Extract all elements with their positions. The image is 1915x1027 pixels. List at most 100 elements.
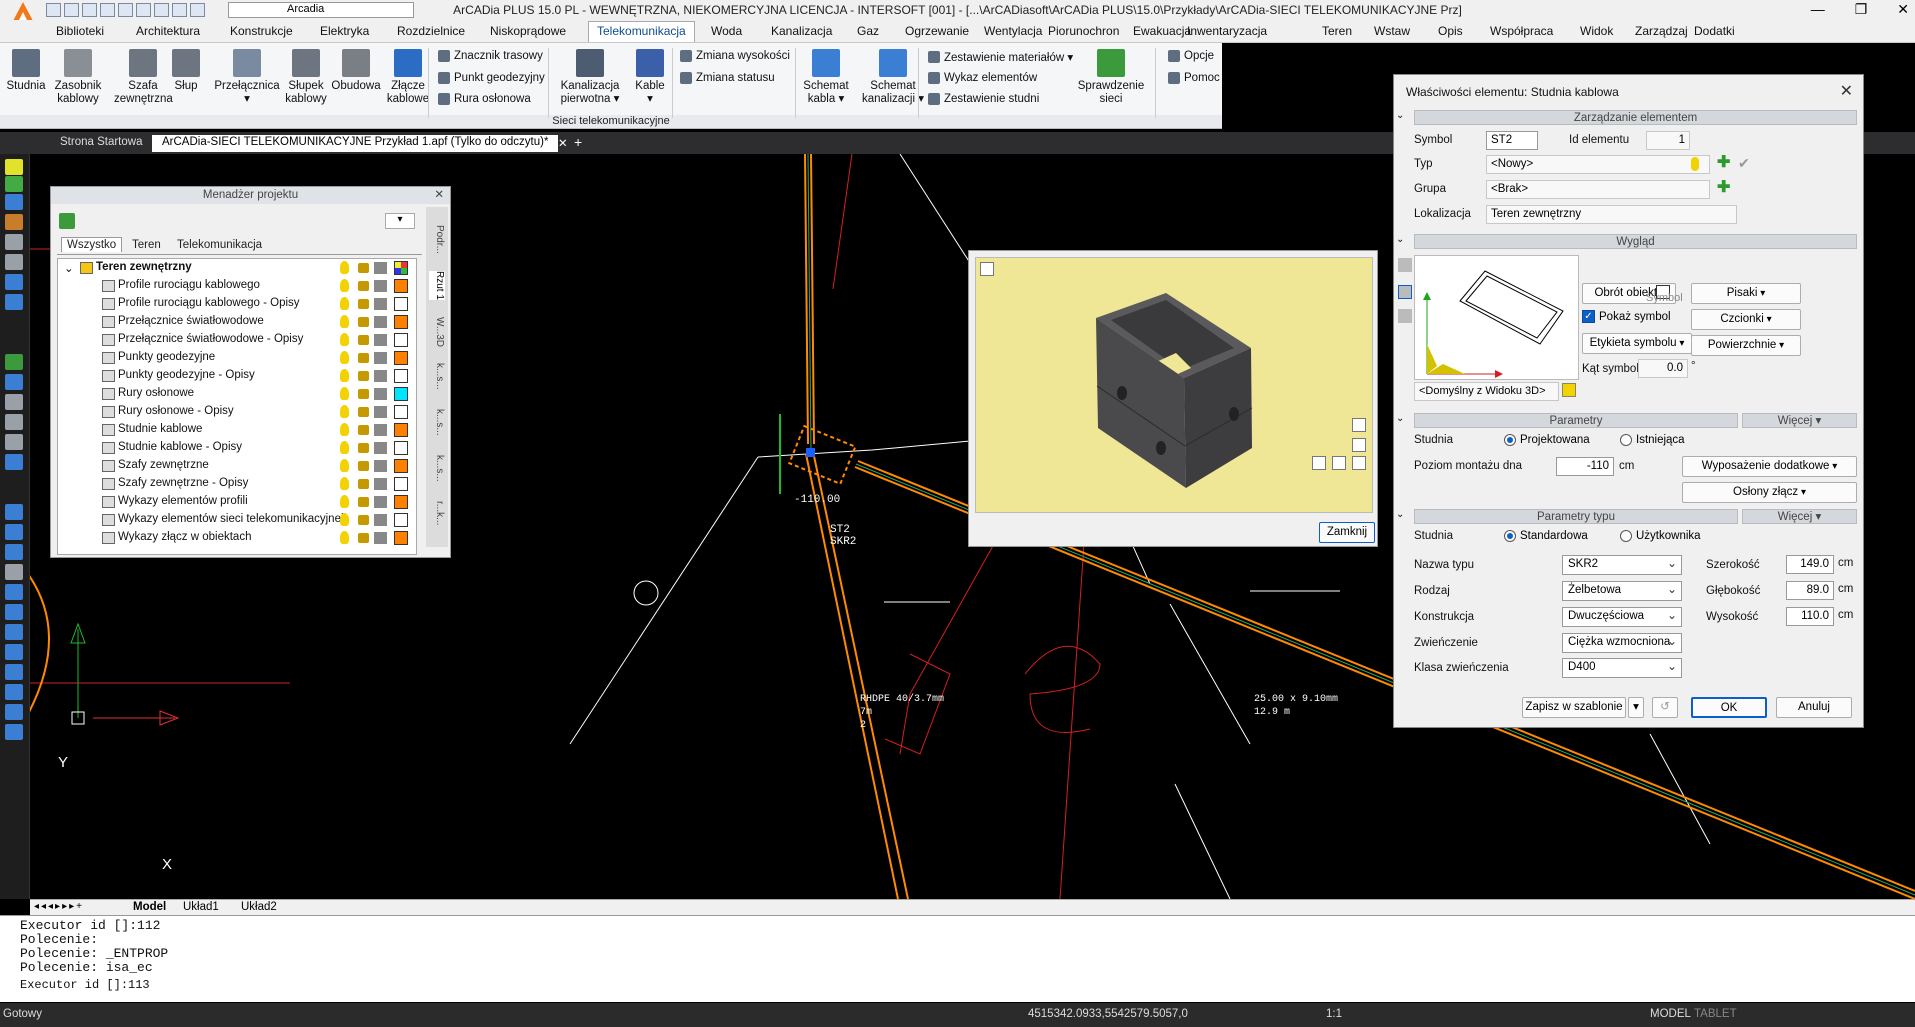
lock-icon[interactable]	[358, 407, 369, 417]
menu-tab-7[interactable]: Woda	[711, 24, 742, 38]
layer-color-swatch[interactable]	[394, 513, 408, 527]
print-layer-icon[interactable]	[374, 460, 387, 472]
left-tool-icon[interactable]	[5, 274, 23, 290]
layer-row[interactable]: Rury osłonowe	[58, 385, 416, 403]
layer-row[interactable]: Punkty geodezyjne	[58, 349, 416, 367]
menu-tab-10[interactable]: Ogrzewanie	[905, 24, 969, 38]
lock-icon[interactable]	[358, 389, 369, 399]
print-layer-icon[interactable]	[374, 352, 387, 364]
width-input[interactable]: 149.0	[1786, 555, 1834, 574]
more-parameters-button[interactable]: Więcej ▾	[1742, 413, 1857, 428]
layer-color-swatch[interactable]	[394, 477, 408, 491]
close-icon[interactable]: ✕	[1897, 1, 1909, 18]
zoom-extents-icon[interactable]	[1352, 456, 1366, 470]
tab-model[interactable]: Model	[133, 901, 166, 913]
lock-icon[interactable]	[358, 479, 369, 489]
ribbon-button-6[interactable]: Obudowa	[330, 45, 382, 93]
close-panel-icon[interactable]: ✕	[434, 187, 444, 204]
collapse-icon[interactable]: ⌄	[1396, 110, 1404, 121]
print-layer-icon[interactable]	[374, 496, 387, 508]
existing-radio[interactable]: Istniejąca	[1620, 434, 1685, 446]
finish-class-combo[interactable]: D400	[1562, 658, 1682, 678]
tree-root[interactable]: ⌄ Teren zewnętrzny	[58, 259, 416, 277]
layer-row[interactable]: Profile rurociągu kablowego - Opisy	[58, 295, 416, 313]
menu-tab-8[interactable]: Kanalizacja	[771, 24, 832, 38]
left-tool-icon[interactable]	[5, 644, 23, 660]
left-tool-icon[interactable]	[5, 664, 23, 680]
color-wheel-icon[interactable]	[394, 261, 408, 275]
left-tool-icon[interactable]	[5, 704, 23, 720]
menu-tab-4[interactable]: Rozdzielnice	[397, 24, 465, 38]
close-preview-button[interactable]: Zamknij	[1319, 522, 1375, 543]
left-tool-icon[interactable]	[5, 684, 23, 700]
left-tool-icon[interactable]	[5, 234, 23, 250]
layer-row[interactable]: Wykazy elementów sieci telekomunikacyjne…	[58, 511, 416, 529]
print-layer-icon[interactable]	[374, 424, 387, 436]
menu-tab-15[interactable]: Teren	[1322, 24, 1352, 38]
layer-color-swatch[interactable]	[394, 297, 408, 311]
layer-row[interactable]: Wykazy złącz w obiektach	[58, 529, 416, 547]
side-view-tab[interactable]: W...3D	[429, 317, 445, 347]
type-field[interactable]: <Nowy>	[1486, 155, 1710, 174]
left-tool-icon[interactable]	[5, 504, 23, 520]
menu-tab-13[interactable]: Ewakuacja	[1133, 24, 1191, 38]
symbol-input[interactable]: ST2	[1486, 131, 1538, 150]
collapse-icon[interactable]: ⌄	[1396, 509, 1404, 520]
joint-covers-button[interactable]: Osłony złącz	[1682, 482, 1857, 503]
add-group-icon[interactable]: ✚	[1717, 177, 1730, 197]
layer-row[interactable]: Studnie kablowe	[58, 421, 416, 439]
3d-view-icon[interactable]	[1398, 309, 1412, 323]
visibility-bulb-icon[interactable]	[340, 279, 349, 292]
layer-color-swatch[interactable]	[394, 351, 408, 365]
lock-icon[interactable]	[358, 515, 369, 525]
minimize-icon[interactable]: —	[1811, 1, 1825, 18]
layer-color-swatch[interactable]	[394, 405, 408, 419]
left-tool-icon[interactable]	[5, 176, 23, 192]
cancel-button[interactable]: Anuluj	[1776, 697, 1852, 718]
menu-tab-14[interactable]: Inwentaryzacja	[1187, 24, 1267, 38]
type-name-combo[interactable]: SKR2	[1562, 555, 1682, 575]
left-tool-icon[interactable]	[5, 584, 23, 600]
print-layer-icon[interactable]	[374, 442, 387, 454]
layer-color-swatch[interactable]	[394, 369, 408, 383]
menu-tab-1[interactable]: Architektura	[136, 24, 200, 38]
standard-radio[interactable]: Standardowa	[1504, 530, 1588, 542]
layer-row[interactable]: Szafy zewnętrzne - Opisy	[58, 475, 416, 493]
left-tool-icon[interactable]	[5, 294, 23, 310]
ribbon-button-4[interactable]: Przełącznica ▾	[214, 45, 280, 106]
surfaces-button[interactable]: Powierzchnie	[1691, 335, 1801, 356]
visibility-bulb-icon[interactable]	[340, 387, 349, 400]
visibility-bulb-icon[interactable]	[340, 531, 349, 544]
ribbon-small-button-2[interactable]: Rura osłonowa	[438, 93, 531, 105]
ribbon-button-1[interactable]: Zasobnik kablowy	[50, 45, 106, 106]
section-type-parameters[interactable]: Parametry typu	[1414, 509, 1738, 524]
lock-icon[interactable]	[358, 299, 369, 309]
ribbon-button-8[interactable]: Kanalizacja pierwotna ▾	[556, 45, 624, 106]
layer-color-swatch[interactable]	[394, 279, 408, 293]
tab-terrain[interactable]: Teren	[132, 239, 161, 251]
layer-row[interactable]: Studnie kablowe - Opisy	[58, 439, 416, 457]
save-in-template-button[interactable]: Zapisz w szablonie	[1522, 697, 1626, 718]
height-input[interactable]: 110.0	[1786, 607, 1834, 626]
visibility-bulb-icon[interactable]	[340, 441, 349, 454]
group-field[interactable]: <Brak>	[1486, 180, 1710, 199]
layer-color-swatch[interactable]	[394, 531, 408, 545]
menu-tab-21[interactable]: Dodatki	[1694, 24, 1735, 38]
zoom-in-icon[interactable]	[1352, 418, 1366, 432]
layer-color-swatch[interactable]	[394, 423, 408, 437]
restore-icon[interactable]: ❐	[1855, 1, 1868, 18]
left-tool-icon[interactable]	[5, 434, 23, 450]
menu-tab-20[interactable]: Zarządzaj	[1635, 24, 1688, 38]
tab-start-page[interactable]: Strona Startowa	[50, 135, 152, 152]
show-symbol-checkbox[interactable]: ✓ Pokaż symbol	[1582, 310, 1671, 323]
tab-layout2[interactable]: Układ2	[241, 901, 277, 913]
finish-combo[interactable]: Ciężka wzmocniona	[1562, 633, 1682, 653]
print-layer-icon[interactable]	[374, 370, 387, 382]
collapse-icon[interactable]: ⌄	[1396, 234, 1404, 245]
print-layer-icon[interactable]	[374, 478, 387, 490]
side-view-tab[interactable]: Podr...	[429, 225, 445, 254]
undo-changes-icon[interactable]: ↺	[1652, 697, 1678, 718]
tab-layout1[interactable]: Układ1	[183, 901, 219, 913]
pens-button[interactable]: Pisaki	[1691, 283, 1801, 304]
preview-3d-viewport[interactable]	[975, 257, 1373, 513]
